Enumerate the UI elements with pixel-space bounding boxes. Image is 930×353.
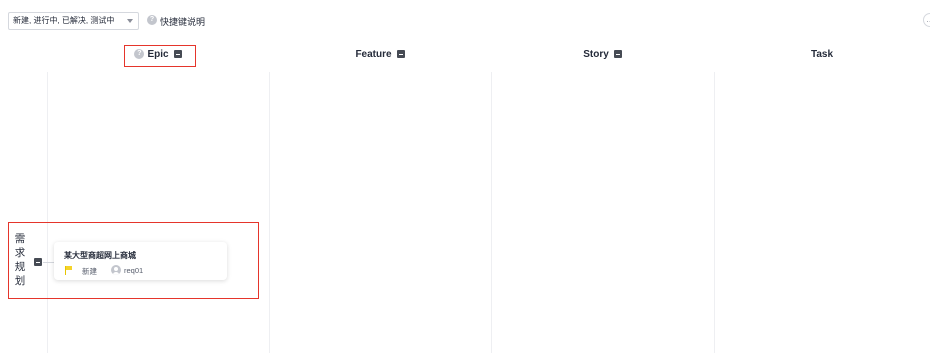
swimlane-label: 需 求 规 划 [13, 232, 27, 288]
shortcut-help-link[interactable]: 快捷键说明 [160, 15, 205, 28]
card-title: 某大型商超网上商城 [64, 251, 136, 260]
grid-line [491, 72, 492, 353]
column-label-task: Task [810, 48, 834, 60]
grid-line [269, 72, 270, 353]
user-avatar-icon [111, 265, 121, 275]
column-header-story: Story [491, 40, 714, 68]
grid-line [714, 72, 715, 353]
card-owner: req01 [124, 266, 144, 275]
status-filter-select[interactable]: 新建, 进行中, 已解决, 测试中 [8, 12, 139, 30]
swimlane-label-char: 划 [14, 275, 26, 287]
overflow-menu-icon[interactable]: … [923, 13, 930, 27]
column-label-story: Story [583, 48, 609, 60]
swimlane-label-char: 规 [14, 261, 26, 273]
card-connector [43, 262, 54, 263]
flag-icon [65, 266, 73, 275]
card-status: 新建 [82, 267, 97, 276]
question-circle-icon[interactable]: ? [147, 15, 157, 25]
minus-square-icon[interactable] [396, 50, 405, 58]
column-header-feature: Feature [269, 40, 491, 68]
epic-card[interactable]: 某大型商超网上商城 新建 req01 [54, 242, 227, 280]
epic-highlight-box [124, 45, 196, 67]
swimlane-collapse-icon[interactable] [34, 258, 42, 266]
minus-square-icon[interactable] [613, 50, 622, 58]
caret-down-icon [127, 19, 133, 23]
column-label-feature: Feature [355, 48, 392, 60]
status-filter-value: 新建, 进行中, 已解决, 测试中 [13, 16, 115, 25]
toolbar: 新建, 进行中, 已解决, 测试中 ? 快捷键说明 … [0, 0, 930, 40]
swimlane-label-char: 求 [14, 247, 26, 259]
swimlane-label-char: 需 [14, 233, 26, 245]
column-header-task: Task [714, 40, 930, 68]
grid-line [47, 72, 48, 353]
